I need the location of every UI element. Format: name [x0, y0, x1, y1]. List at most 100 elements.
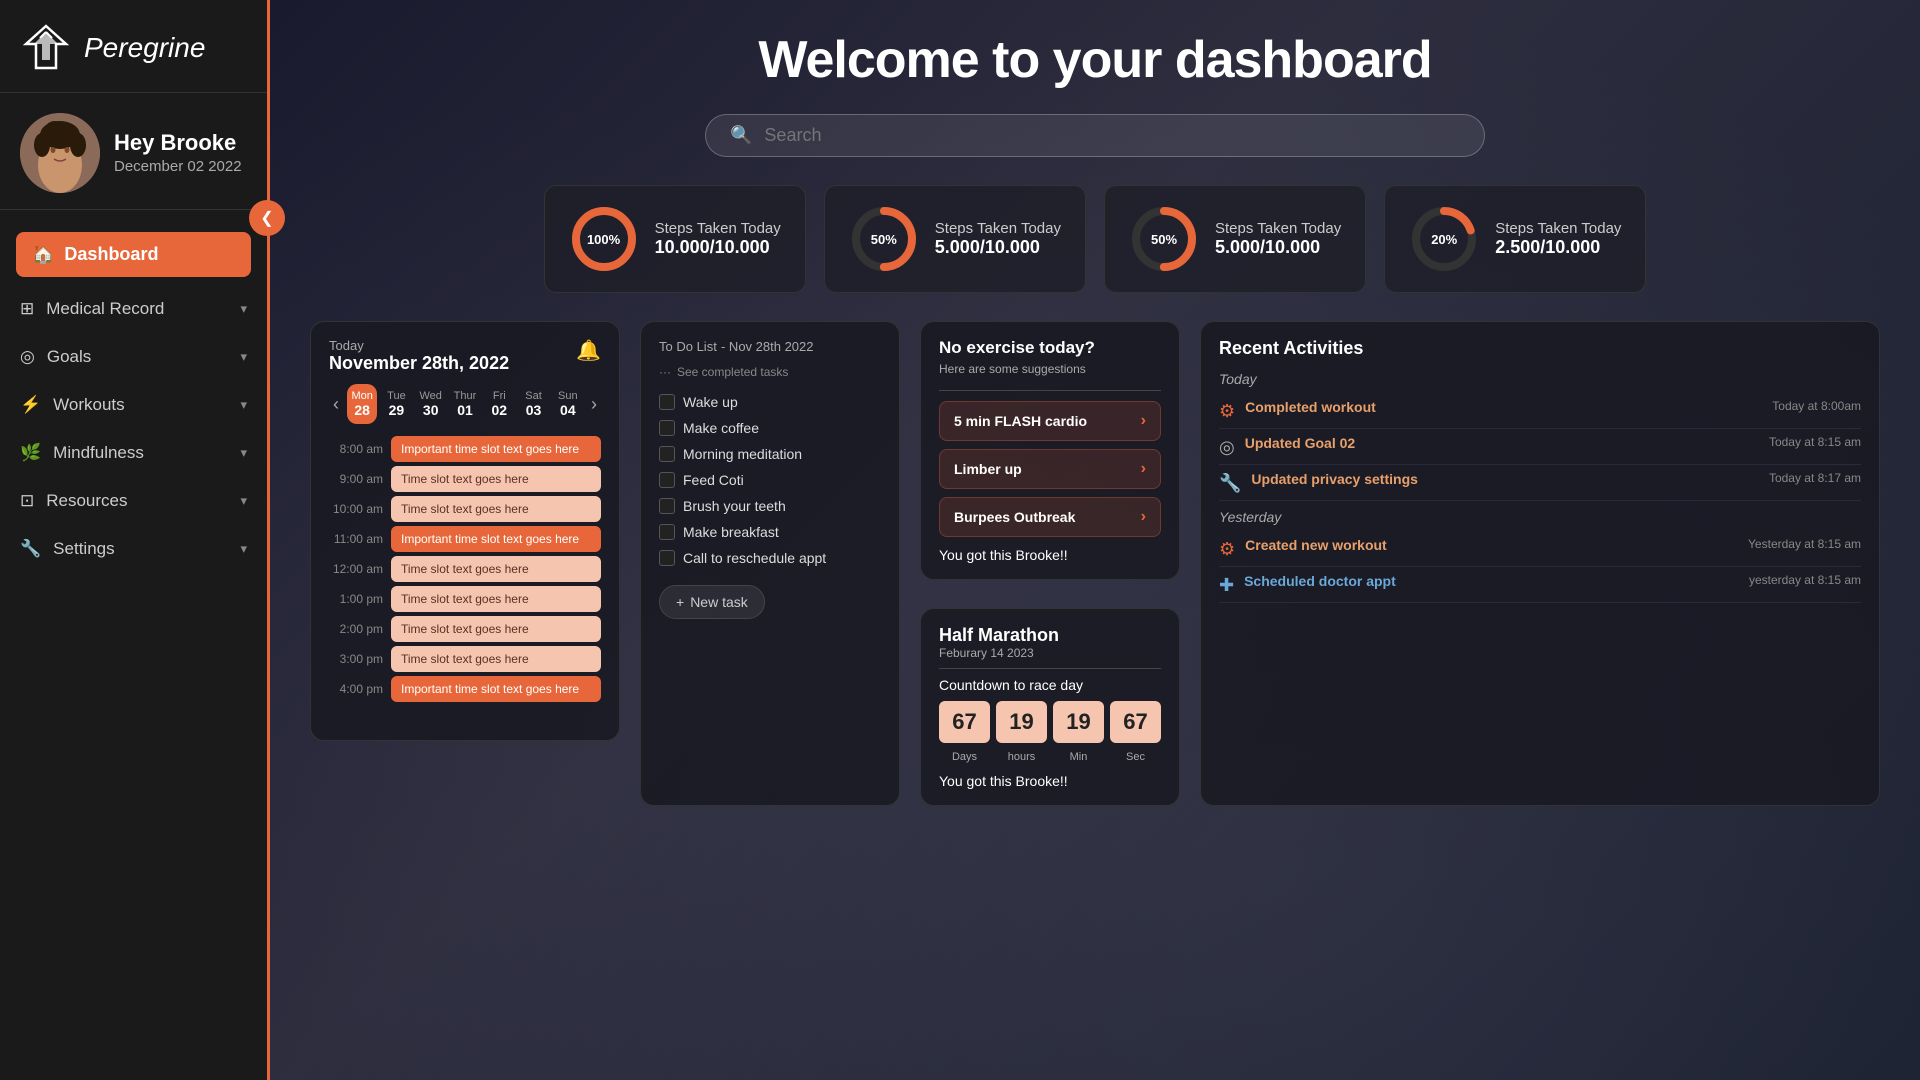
unit-days: Days — [939, 751, 990, 763]
todo-checkbox-1[interactable] — [659, 420, 675, 436]
calendar-day-6[interactable]: Sun 04 — [553, 384, 583, 424]
time-slot-6[interactable]: Time slot text goes here — [391, 616, 601, 642]
grid-icon: ⊞ — [20, 299, 34, 319]
calendar-day-2[interactable]: Wed 30 — [416, 384, 446, 424]
sidebar-item-resources[interactable]: ⊡ Resources ▾ — [0, 477, 267, 525]
activity-time-2: Today at 8:17 am — [1741, 471, 1861, 485]
todo-card: To Do List - Nov 28th 2022 ··· See compl… — [640, 321, 900, 806]
arrow-icon-1: › — [1141, 460, 1146, 478]
todo-checkbox-3[interactable] — [659, 472, 675, 488]
todo-checkbox-4[interactable] — [659, 498, 675, 514]
book-icon: ⊡ — [20, 491, 34, 511]
activities-title: Recent Activities — [1219, 338, 1861, 359]
time-slot-1[interactable]: Time slot text goes here — [391, 466, 601, 492]
todo-checkbox-6[interactable] — [659, 550, 675, 566]
search-input[interactable] — [764, 125, 1460, 146]
calendar-next-button[interactable]: › — [587, 394, 601, 415]
medical-record-label: Medical Record — [46, 299, 164, 319]
sidebar-item-dashboard[interactable]: 🏠 Dashboard — [16, 232, 251, 277]
stat-card-4: 20% Steps Taken Today 2.500/10.000 — [1384, 185, 1646, 293]
sidebar-item-goals[interactable]: ◎ Goals ▾ — [0, 333, 267, 381]
stats-row: 100% Steps Taken Today 10.000/10.000 50% — [310, 185, 1880, 293]
time-slot-0[interactable]: Important time slot text goes here — [391, 436, 601, 462]
activity-row-1: ◎ Updated Goal 02 Today at 8:15 am — [1219, 429, 1861, 465]
todo-checkbox-2[interactable] — [659, 446, 675, 462]
todo-header: To Do List - Nov 28th 2022 — [659, 338, 881, 355]
time-slot-2[interactable]: Time slot text goes here — [391, 496, 601, 522]
activities-card: Recent Activities Today ⚙ Completed work… — [1200, 321, 1880, 806]
nav-section: 🏠 Dashboard ⊞ Medical Record ▾ ◎ Goals ▾… — [0, 210, 267, 573]
calendar-day-1[interactable]: Tue 29 — [381, 384, 411, 424]
time-slot-8[interactable]: Important time slot text goes here — [391, 676, 601, 702]
see-completed-button[interactable]: ··· See completed tasks — [659, 365, 881, 379]
time-row-6: 2:00 pm Time slot text goes here — [329, 616, 601, 642]
stat-title-2: Steps Taken Today — [935, 220, 1061, 237]
home-icon: 🏠 — [32, 244, 54, 265]
sidebar-item-workouts[interactable]: ⚡ Workouts ▾ — [0, 381, 267, 429]
exercise-btn-0[interactable]: 5 min FLASH cardio › — [939, 401, 1161, 441]
avatar — [20, 113, 100, 193]
calendar-day-5[interactable]: Sat 03 — [518, 384, 548, 424]
time-row-5: 1:00 pm Time slot text goes here — [329, 586, 601, 612]
countdown-min: 19 — [1053, 701, 1104, 743]
exercise-btn-1[interactable]: Limber up › — [939, 449, 1161, 489]
wrench-icon-act-2: 🔧 — [1219, 473, 1241, 494]
todo-checkbox-0[interactable] — [659, 394, 675, 410]
marathon-title: Half Marathon — [939, 625, 1161, 646]
exercise-label-0: 5 min FLASH cardio — [954, 413, 1087, 429]
time-row-1: 9:00 am Time slot text goes here — [329, 466, 601, 492]
activity-time-3: Yesterday at 8:15 am — [1741, 537, 1861, 551]
activities-today-label: Today — [1219, 371, 1861, 387]
donut-2: 50% — [849, 204, 919, 274]
goals-label: Goals — [47, 347, 91, 367]
calendar-prev-button[interactable]: ‹ — [329, 394, 343, 415]
exercise-label-2: Burpees Outbreak — [954, 509, 1075, 525]
sidebar-item-mindfulness[interactable]: 🌿 Mindfulness ▾ — [0, 429, 267, 477]
donut-label-1: 100% — [569, 204, 639, 274]
activity-text-2[interactable]: Updated privacy settings — [1251, 471, 1731, 487]
unit-hours: hours — [996, 751, 1047, 763]
stat-value-3: 5.000/10.000 — [1215, 237, 1341, 258]
bell-icon[interactable]: 🔔 — [576, 338, 601, 363]
search-bar: 🔍 — [705, 114, 1485, 157]
calendar-day-0[interactable]: Mon 28 — [347, 384, 377, 424]
plus-icon: + — [676, 594, 684, 610]
activity-time-1: Today at 8:15 am — [1741, 435, 1861, 449]
time-slot-5[interactable]: Time slot text goes here — [391, 586, 601, 612]
todo-checkbox-5[interactable] — [659, 524, 675, 540]
exercise-card: No exercise today? Here are some suggest… — [920, 321, 1180, 580]
exercise-column: No exercise today? Here are some suggest… — [920, 321, 1180, 806]
donut-3: 50% — [1129, 204, 1199, 274]
exercise-subtitle: Here are some suggestions — [939, 362, 1161, 376]
activity-text-1[interactable]: Updated Goal 02 — [1245, 435, 1731, 451]
activity-text-4[interactable]: Scheduled doctor appt — [1244, 573, 1731, 589]
target-icon: ◎ — [20, 347, 35, 367]
time-slot-3[interactable]: Important time slot text goes here — [391, 526, 601, 552]
sidebar-item-medical-record[interactable]: ⊞ Medical Record ▾ — [0, 285, 267, 333]
wrench-icon: 🔧 — [20, 539, 41, 559]
dumbbell-icon-act-3: ⚙ — [1219, 539, 1235, 560]
chevron-down-icon-settings: ▾ — [240, 541, 247, 557]
todo-item-4: Brush your teeth — [659, 493, 881, 519]
calendar-day-4[interactable]: Fri 02 — [484, 384, 514, 424]
activity-text-3[interactable]: Created new workout — [1245, 537, 1731, 553]
sidebar-item-settings[interactable]: 🔧 Settings ▾ — [0, 525, 267, 573]
chevron-down-icon-mindfulness: ▾ — [240, 445, 247, 461]
countdown-boxes: 67 19 19 67 — [939, 701, 1161, 743]
chevron-down-icon-goals: ▾ — [240, 349, 247, 365]
donut-label-3: 50% — [1129, 204, 1199, 274]
activity-text-0[interactable]: Completed workout — [1245, 399, 1731, 415]
countdown-sec: 67 — [1110, 701, 1161, 743]
countdown-days: 67 — [939, 701, 990, 743]
time-slot-4[interactable]: Time slot text goes here — [391, 556, 601, 582]
dots-icon: ··· — [659, 365, 671, 379]
time-slot-7[interactable]: Time slot text goes here — [391, 646, 601, 672]
sidebar-collapse-button[interactable]: ❮ — [249, 200, 285, 236]
exercise-title: No exercise today? — [939, 338, 1161, 358]
profile-info: Hey Brooke December 02 2022 — [114, 130, 242, 177]
calendar-card: Today November 28th, 2022 🔔 ‹ Mon 28 Tue… — [310, 321, 620, 741]
new-task-button[interactable]: + New task — [659, 585, 765, 619]
exercise-btn-2[interactable]: Burpees Outbreak › — [939, 497, 1161, 537]
calendar-day-3[interactable]: Thur 01 — [450, 384, 480, 424]
countdown-units: Days hours Min Sec — [939, 751, 1161, 763]
